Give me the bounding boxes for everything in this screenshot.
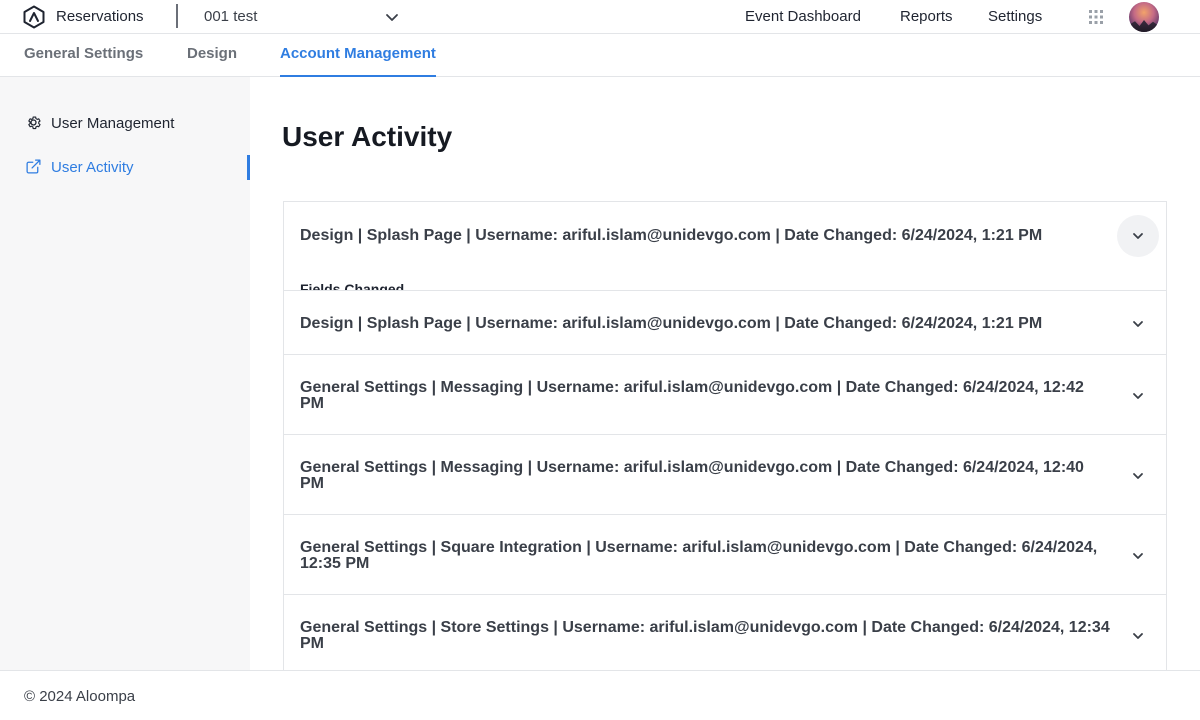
nav-event-dashboard[interactable]: Event Dashboard	[745, 8, 861, 25]
avatar[interactable]	[1129, 2, 1159, 32]
activity-item[interactable]: General Settings | Store Settings | User…	[283, 594, 1167, 670]
chevron-down-icon[interactable]	[1130, 468, 1146, 484]
activity-title: Design | Splash Page | Username: ariful.…	[300, 315, 1043, 332]
nav-reports[interactable]: Reports	[900, 8, 953, 25]
sidebar: User Management User Activity	[0, 77, 250, 670]
gear-icon	[28, 116, 41, 130]
chevron-down-icon[interactable]	[1130, 548, 1146, 564]
app-name[interactable]: Reservations	[56, 8, 144, 25]
activity-title: General Settings | Messaging | Username:…	[300, 379, 1084, 412]
chevron-down-icon[interactable]	[1130, 388, 1146, 404]
venue-name: 001 test	[204, 8, 258, 25]
chevron-down-icon	[1133, 233, 1143, 239]
activity-title: General Settings | Messaging | Username:…	[300, 459, 1084, 492]
settings-tabs: General Settings Design Account Manageme…	[0, 34, 1200, 77]
chevron-down-icon	[386, 14, 398, 21]
sidebar-item-label: User Management	[51, 115, 175, 132]
tab-general-settings[interactable]: General Settings	[24, 45, 143, 77]
tab-design[interactable]: Design	[187, 45, 237, 77]
venue-select[interactable]: 001 test	[204, 0, 404, 33]
tab-account-management[interactable]: Account Management	[280, 45, 436, 77]
reservations-logo-icon[interactable]	[22, 5, 46, 29]
grid-icon[interactable]	[1089, 10, 1103, 24]
activity-item[interactable]: General Settings | Messaging | Username:…	[283, 354, 1167, 435]
copyright-text: © 2024 Aloompa	[24, 688, 136, 705]
sidebar-item-user-activity[interactable]: User Activity	[0, 149, 250, 185]
activity-title: Design | Splash Page | Username: ariful.…	[300, 227, 1043, 244]
activity-item[interactable]: General Settings | Square Integration | …	[283, 514, 1167, 595]
chevron-down-icon[interactable]	[1130, 628, 1146, 644]
nav-settings[interactable]: Settings	[988, 8, 1042, 25]
activity-title: General Settings | Store Settings | User…	[300, 619, 1110, 652]
activity-item[interactable]: Design | Splash Page | Username: ariful.…	[283, 201, 1167, 292]
external-link-icon	[26, 159, 41, 174]
active-indicator	[247, 155, 250, 180]
sidebar-item-user-management[interactable]: User Management	[0, 105, 250, 141]
top-bar: Reservations 001 test Event Dashboard Re…	[0, 0, 1200, 34]
sidebar-item-label: User Activity	[51, 159, 134, 176]
chevron-down-icon[interactable]	[1130, 316, 1146, 332]
activity-list: Design | Splash Page | Username: ariful.…	[283, 201, 1167, 670]
header-divider	[176, 4, 178, 28]
page-title: User Activity	[282, 121, 453, 152]
footer: © 2024 Aloompa	[0, 670, 1200, 720]
activity-item[interactable]: General Settings | Messaging | Username:…	[283, 434, 1167, 515]
activity-item[interactable]: Design | Splash Page | Username: ariful.…	[283, 290, 1167, 355]
activity-title: General Settings | Square Integration | …	[300, 539, 1098, 572]
